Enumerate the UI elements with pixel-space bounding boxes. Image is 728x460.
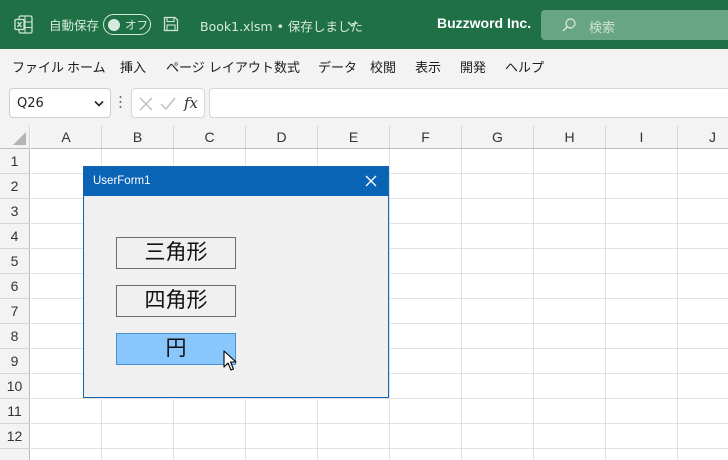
row-header-1[interactable]: 1: [0, 149, 30, 174]
row-header-4[interactable]: 4: [0, 224, 30, 249]
more-options-icon[interactable]: [119, 95, 122, 109]
menu-home[interactable]: ホーム: [67, 57, 106, 76]
row-header-5[interactable]: 5: [0, 249, 30, 274]
autosave-toggle[interactable]: オフ: [103, 14, 151, 35]
toggle-knob: [108, 18, 120, 31]
column-header-h[interactable]: H: [534, 126, 606, 149]
menu-file[interactable]: ファイル: [12, 57, 64, 76]
row-header-9[interactable]: 9: [0, 349, 30, 374]
column-header-j[interactable]: J: [678, 126, 728, 149]
column-header-e[interactable]: E: [318, 126, 390, 149]
userform-title-bar[interactable]: UserForm1: [84, 167, 388, 196]
column-header-c[interactable]: C: [174, 126, 246, 149]
company-name: Buzzword Inc.: [437, 15, 532, 31]
row-header-10[interactable]: 10: [0, 374, 30, 399]
search-placeholder: 検索: [589, 21, 616, 36]
title-bar: 自動保存 オフ Book1.xlsm • 保存しました Buzzword Inc…: [0, 0, 728, 49]
cancel-icon[interactable]: [139, 97, 153, 111]
save-icon[interactable]: [163, 16, 179, 32]
insert-function-icon[interactable]: fx: [184, 94, 198, 112]
row-header-2[interactable]: 2: [0, 174, 30, 199]
formula-buttons: fx: [131, 88, 205, 118]
menu-page-layout[interactable]: ページ レイアウト: [166, 57, 274, 76]
formula-bar: Q26 fx: [0, 83, 728, 126]
ribbon-menu: ファイル ホーム 挿入 ページ レイアウト 数式 データ 校閲 表示 開発 ヘル…: [0, 49, 728, 83]
file-name[interactable]: Book1.xlsm • 保存しました: [200, 16, 363, 35]
circle-button[interactable]: 円: [116, 333, 236, 365]
formula-input[interactable]: [209, 88, 728, 118]
menu-developer[interactable]: 開発: [460, 57, 486, 76]
enter-check-icon[interactable]: [160, 97, 176, 111]
menu-view[interactable]: 表示: [415, 57, 441, 76]
chevron-down-icon[interactable]: [94, 100, 104, 108]
square-button[interactable]: 四角形: [116, 285, 236, 317]
row-header-3[interactable]: 3: [0, 199, 30, 224]
column-header-a[interactable]: A: [31, 126, 102, 149]
row-header-7[interactable]: 7: [0, 299, 30, 324]
menu-review[interactable]: 校閲: [370, 57, 396, 76]
menu-data[interactable]: データ: [318, 57, 357, 76]
chevron-down-icon[interactable]: [347, 20, 357, 28]
row-header-partial: [0, 449, 30, 460]
select-all-corner[interactable]: [0, 126, 30, 149]
toggle-state-text: オフ: [125, 17, 148, 32]
search-icon: [562, 18, 576, 32]
row-header-8[interactable]: 8: [0, 324, 30, 349]
autosave-label: 自動保存: [49, 18, 100, 33]
row-header-11[interactable]: 11: [0, 399, 30, 424]
name-box[interactable]: Q26: [9, 88, 111, 118]
search-box[interactable]: 検索: [541, 10, 728, 40]
column-header-b[interactable]: B: [102, 126, 174, 149]
triangle-button[interactable]: 三角形: [116, 237, 236, 269]
column-header-f[interactable]: F: [390, 126, 462, 149]
menu-insert[interactable]: 挿入: [120, 57, 146, 76]
column-header-i[interactable]: I: [606, 126, 678, 149]
select-all-triangle-icon: [13, 132, 26, 145]
userform-title: UserForm1: [93, 175, 151, 187]
excel-logo-icon: [14, 15, 33, 34]
column-header-g[interactable]: G: [462, 126, 534, 149]
mouse-cursor-icon: [223, 350, 237, 371]
column-header-d[interactable]: D: [246, 126, 318, 149]
row-header-12[interactable]: 12: [0, 424, 30, 449]
menu-formulas[interactable]: 数式: [274, 57, 300, 76]
menu-help[interactable]: ヘルプ: [505, 57, 544, 76]
name-box-value: Q26: [17, 96, 44, 111]
close-icon[interactable]: [363, 173, 379, 189]
row-header-6[interactable]: 6: [0, 274, 30, 299]
